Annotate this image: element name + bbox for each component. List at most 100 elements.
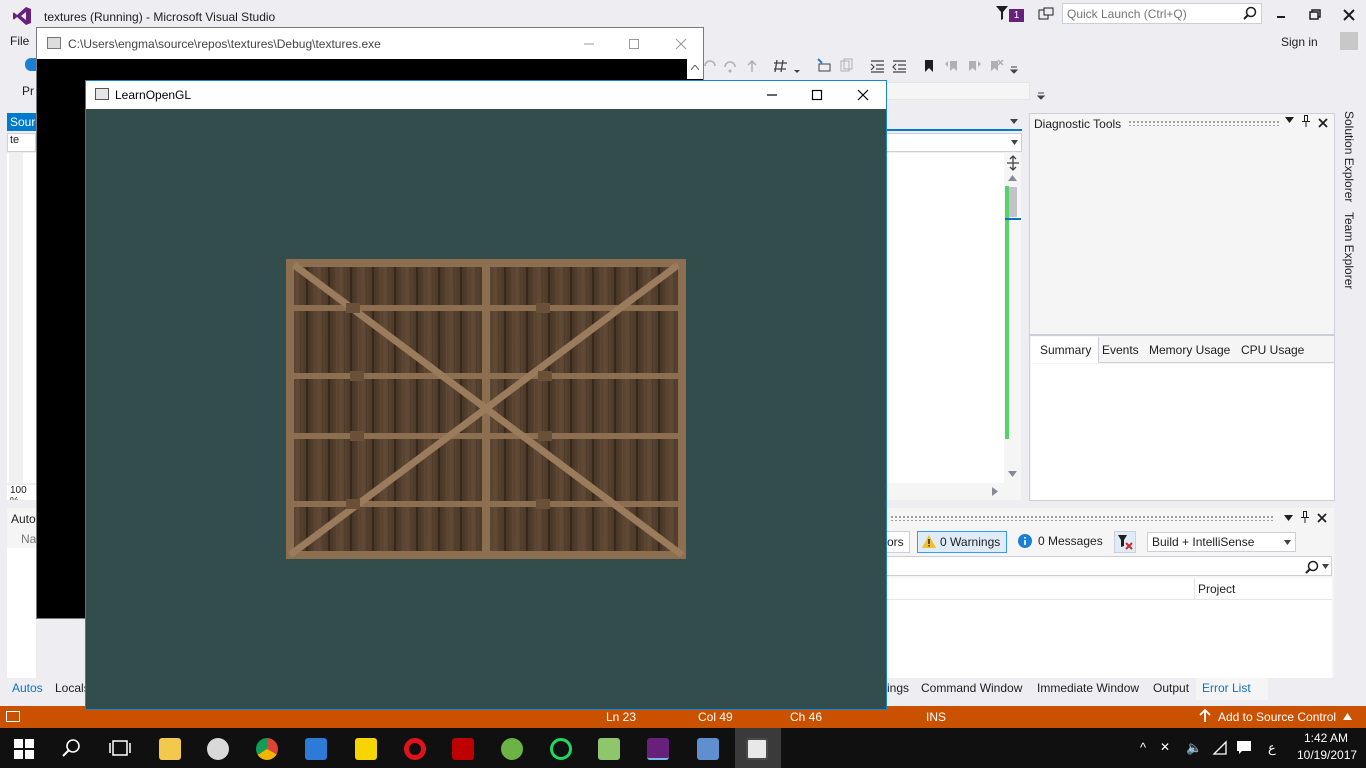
show-threads-icon[interactable] (816, 58, 832, 74)
notification-badge[interactable]: 1 (1009, 9, 1024, 22)
learnopengl-window[interactable]: LearnOpenGL (85, 80, 887, 710)
tab-summary[interactable]: Summary (1040, 343, 1091, 357)
copy-icon[interactable] (838, 58, 854, 74)
tab-team-explorer[interactable]: Team Explorer (1342, 212, 1356, 289)
tab-events[interactable]: Events (1102, 343, 1139, 357)
chrome-icon[interactable] (256, 738, 278, 760)
gl-maximize-icon[interactable] (805, 85, 829, 105)
prev-bookmark-icon[interactable] (944, 58, 960, 74)
opera-gx-icon[interactable] (550, 738, 572, 760)
console-close-icon[interactable] (669, 34, 693, 54)
diagnostic-splitter[interactable] (1030, 334, 1334, 336)
pin-icon[interactable] (1301, 115, 1311, 127)
opera-icon[interactable] (404, 738, 426, 760)
toolbar2-overflow-icon[interactable] (1036, 91, 1046, 101)
scroll-down-icon[interactable] (1008, 471, 1017, 477)
tab-error-list[interactable]: Error List (1202, 681, 1251, 695)
windows-start-icon[interactable] (14, 739, 34, 759)
left-nav-combo[interactable]: te (7, 133, 36, 152)
opengl-render-surface[interactable] (86, 109, 886, 709)
notepad-plus-icon[interactable] (598, 738, 620, 760)
sign-in-link[interactable]: Sign in (1281, 35, 1318, 49)
scroll-right-icon[interactable] (992, 487, 998, 496)
vs-minimize-icon[interactable] (1270, 5, 1292, 25)
error-list-rows[interactable] (886, 600, 1332, 678)
console-titlebar[interactable]: C:\Users\engma\source\repos\textures\Deb… (37, 28, 703, 59)
console-maximize-icon[interactable] (622, 34, 646, 54)
account-icon[interactable] (1340, 32, 1358, 50)
outdent-icon[interactable] (892, 58, 908, 74)
tab-breakpoint-settings[interactable]: ings (887, 681, 909, 695)
tab-autos[interactable]: Autos (12, 681, 43, 695)
filezilla-icon[interactable] (452, 738, 474, 760)
build-scope-select[interactable]: Build + IntelliSense (1147, 532, 1296, 552)
step-out-icon[interactable] (744, 58, 760, 74)
add-to-source-control[interactable]: Add to Source Control (1218, 710, 1336, 724)
pin-icon[interactable] (1300, 511, 1310, 523)
file-explorer-icon[interactable] (159, 738, 181, 760)
panel-drag-grip[interactable] (1128, 120, 1280, 126)
keyboard-language[interactable]: ع (1268, 740, 1276, 756)
toolbar-dropdown-icon[interactable] (792, 64, 802, 74)
diagnostic-timeline[interactable] (1031, 134, 1334, 334)
gl-close-icon[interactable] (851, 85, 875, 105)
opera-neon-icon[interactable] (207, 738, 229, 760)
error-list-search[interactable] (886, 556, 1332, 576)
next-bookmark-icon[interactable] (966, 58, 982, 74)
window-position-icon[interactable] (1285, 117, 1294, 124)
tab-output[interactable]: Output (1153, 681, 1189, 695)
console-scrollbar[interactable] (687, 59, 703, 79)
editor-horizontal-scrollbar[interactable] (886, 483, 1021, 500)
feedback-icon[interactable] (1038, 7, 1054, 23)
scroll-thumb[interactable] (1008, 187, 1017, 217)
scroll-up-icon[interactable] (691, 65, 699, 70)
zoom-level[interactable]: 100 % (7, 485, 36, 500)
indent-icon[interactable] (870, 58, 886, 74)
clock-time[interactable]: 1:42 AM (1304, 731, 1348, 745)
gl-minimize-icon[interactable] (760, 85, 784, 105)
tab-solution-explorer[interactable]: Solution Explorer (1342, 111, 1356, 202)
learnopengl-app-icon[interactable] (746, 738, 768, 760)
scroll-up-icon[interactable] (1008, 175, 1017, 181)
stack-frame-combo[interactable] (885, 82, 1030, 100)
tab-memory-usage[interactable]: Memory Usage (1149, 343, 1230, 357)
tab-overflow-icon[interactable] (1009, 118, 1019, 126)
step-into-icon[interactable] (702, 58, 718, 74)
input-method-icon[interactable]: ✕ (1160, 740, 1170, 754)
vs-close-icon[interactable] (1338, 5, 1360, 25)
column-separator[interactable] (1194, 578, 1195, 600)
panel-drag-grip[interactable] (890, 515, 1275, 521)
media-player-icon[interactable] (305, 738, 327, 760)
messages-filter-button[interactable]: 0 Messages (1014, 531, 1110, 553)
clear-bookmarks-icon[interactable] (988, 58, 1004, 74)
volume-icon[interactable]: 🔈 (1186, 740, 1202, 756)
errors-filter-button[interactable]: ors (886, 531, 910, 553)
visual-studio-icon[interactable] (647, 738, 669, 760)
notification-flag-icon[interactable] (996, 6, 1008, 20)
android-studio-icon[interactable] (501, 738, 523, 760)
wifi-icon[interactable] (1212, 740, 1228, 756)
source-file-tab[interactable]: Sourc (7, 113, 36, 131)
action-center-icon[interactable] (1236, 740, 1252, 756)
tab-command-window[interactable]: Command Window (921, 681, 1022, 695)
close-icon[interactable] (1317, 117, 1329, 129)
back-navigation-icon[interactable] (25, 58, 36, 71)
warnings-filter-button[interactable]: 0 Warnings (917, 531, 1007, 553)
step-over-icon[interactable] (722, 58, 738, 74)
search-icon[interactable] (62, 738, 82, 758)
bookmark-icon[interactable] (921, 58, 937, 74)
window-position-icon[interactable] (1284, 515, 1293, 522)
search-icon[interactable] (1305, 560, 1319, 574)
toolbar-overflow-icon[interactable] (1009, 64, 1019, 74)
chevron-down-icon[interactable] (1322, 564, 1329, 569)
close-icon[interactable] (1316, 512, 1328, 524)
quick-launch-input[interactable] (1063, 4, 1239, 23)
autos-grid[interactable] (7, 548, 36, 678)
pdf-reader-icon[interactable] (355, 738, 377, 760)
chevron-up-icon[interactable] (1343, 713, 1352, 720)
task-view-icon[interactable] (109, 738, 131, 758)
code-editor-visible-part[interactable] (886, 153, 1004, 483)
tab-cpu-usage[interactable]: CPU Usage (1241, 343, 1304, 357)
member-nav-combo[interactable] (886, 133, 1022, 152)
console-minimize-icon[interactable] (577, 34, 601, 54)
